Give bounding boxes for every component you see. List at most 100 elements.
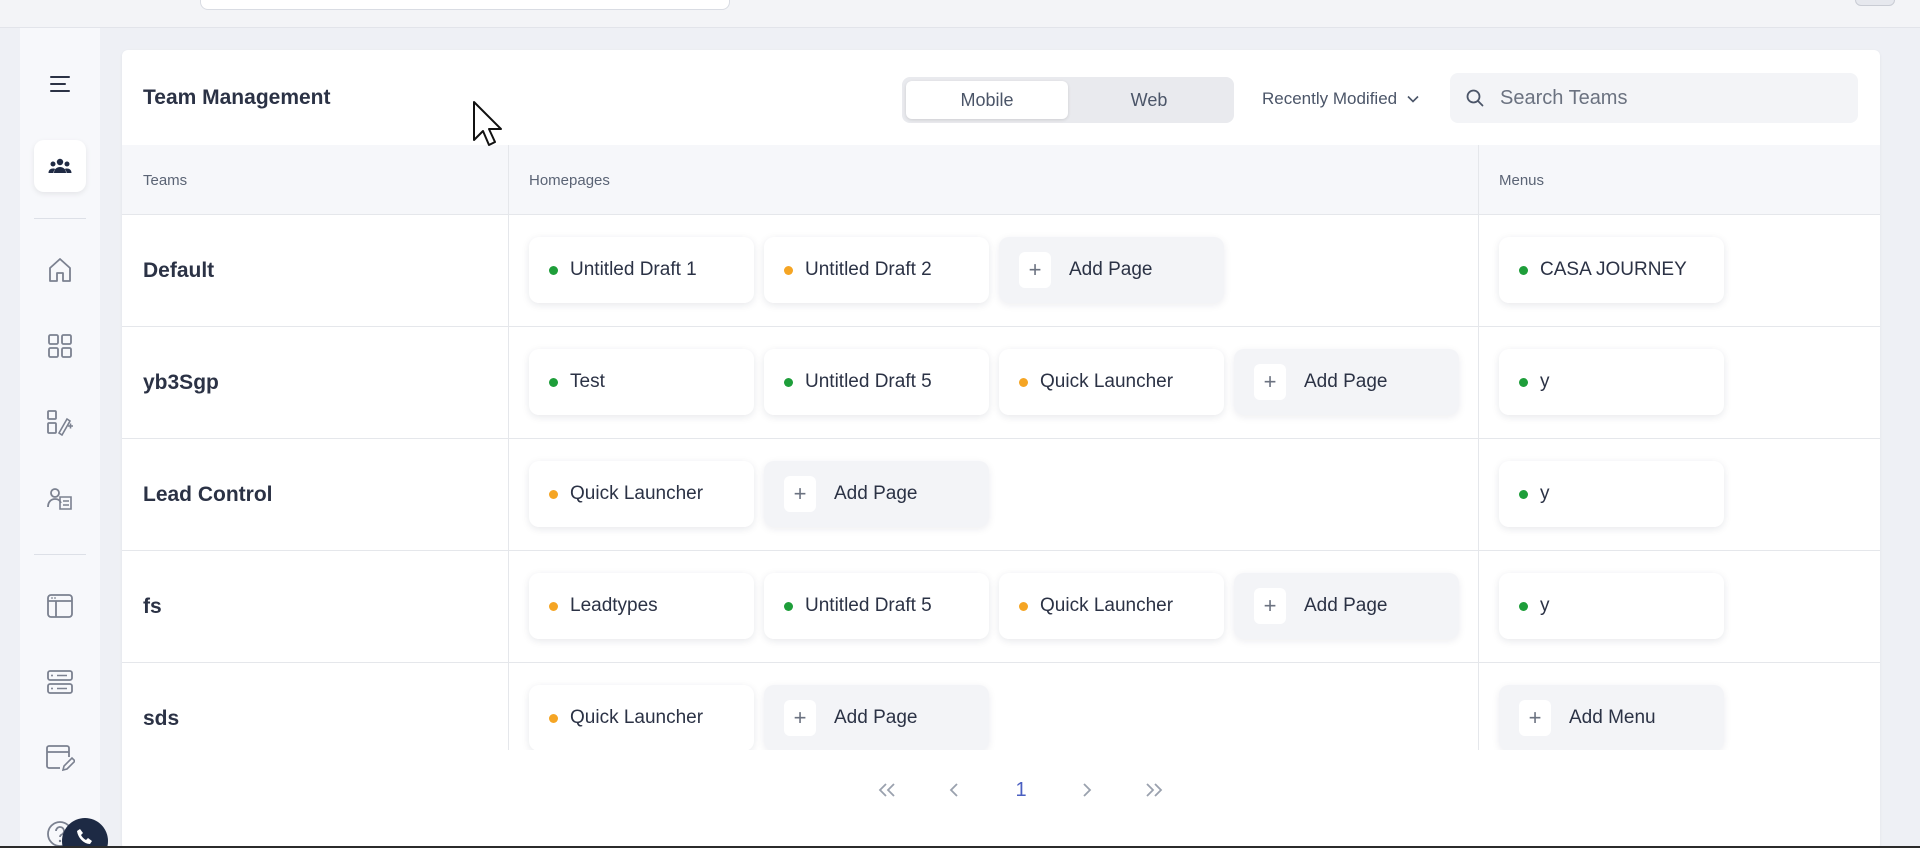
card-header: Team Management Mobile Web Recently Modi… bbox=[122, 50, 1880, 145]
homepage-chip[interactable]: Quick Launcher bbox=[999, 573, 1224, 639]
grid-icon bbox=[48, 334, 72, 358]
menu-chip[interactable]: CASA JOURNEY bbox=[1499, 237, 1724, 303]
last-page-button[interactable] bbox=[1134, 770, 1174, 810]
tab-web[interactable]: Web bbox=[1068, 81, 1230, 119]
sidebar-item-web-editor[interactable] bbox=[34, 732, 86, 784]
add-page-label: Add Page bbox=[1304, 595, 1388, 616]
page-number-current[interactable]: 1 bbox=[1001, 770, 1041, 810]
address-bar-fragment bbox=[200, 0, 730, 10]
status-dot bbox=[1519, 265, 1528, 275]
sidebar-item-layouts[interactable] bbox=[34, 580, 86, 632]
homepages-list: Quick Launcher + Add Page bbox=[529, 461, 989, 527]
menu-chip[interactable]: y bbox=[1499, 461, 1724, 527]
add-page-button[interactable]: + Add Page bbox=[1234, 573, 1459, 639]
homepages-list: Untitled Draft 1 Untitled Draft 2 + Add Pag… bbox=[529, 237, 1224, 303]
user-card-icon bbox=[47, 488, 72, 510]
column-header-menus: Menus bbox=[1499, 171, 1545, 189]
homepage-label: Test bbox=[570, 371, 605, 392]
tab-mobile[interactable]: Mobile bbox=[906, 81, 1068, 119]
table-row: sds Quick Launcher + Add Page + Add Menu bbox=[122, 663, 1880, 750]
double-chevron-right-icon bbox=[1146, 783, 1163, 797]
team-name[interactable]: Default bbox=[143, 215, 214, 326]
homepage-chip[interactable]: Untitled Draft 5 bbox=[764, 349, 989, 415]
sidebar-divider bbox=[34, 554, 86, 555]
column-divider bbox=[1478, 145, 1479, 750]
table-row: Lead Control Quick Launcher + Add Page y bbox=[122, 439, 1880, 551]
add-page-button[interactable]: + Add Page bbox=[1234, 349, 1459, 415]
menu-icon bbox=[50, 76, 70, 92]
status-dot bbox=[784, 377, 793, 387]
homepage-label: Leadtypes bbox=[570, 595, 658, 616]
team-name[interactable]: fs bbox=[143, 551, 162, 662]
homepage-label: Untitled Draft 2 bbox=[805, 259, 932, 280]
homepage-label: Quick Launcher bbox=[1040, 371, 1174, 392]
homepage-chip[interactable]: Quick Launcher bbox=[999, 349, 1224, 415]
top-right-control-fragment bbox=[1855, 0, 1895, 6]
add-page-label: Add Page bbox=[1304, 371, 1388, 392]
homepages-list: Test Untitled Draft 5 Quick Launcher + Add P… bbox=[529, 349, 1459, 415]
menu-label: y bbox=[1540, 595, 1550, 616]
add-page-button[interactable]: + Add Page bbox=[764, 461, 989, 527]
next-page-button[interactable] bbox=[1067, 770, 1107, 810]
menu-chip[interactable]: y bbox=[1499, 349, 1724, 415]
add-page-button[interactable]: + Add Page bbox=[764, 685, 989, 750]
add-page-button[interactable]: + Add Page bbox=[999, 237, 1224, 303]
status-dot bbox=[1019, 377, 1028, 387]
team-name[interactable]: yb3Sgp bbox=[143, 327, 219, 438]
sidebar-divider bbox=[34, 218, 86, 219]
status-dot bbox=[784, 601, 793, 611]
homepage-chip[interactable]: Untitled Draft 5 bbox=[764, 573, 989, 639]
status-dot bbox=[549, 265, 558, 275]
server-icon bbox=[47, 670, 73, 694]
column-divider bbox=[508, 145, 509, 750]
plus-icon: + bbox=[784, 476, 816, 512]
add-page-label: Add Page bbox=[1069, 259, 1153, 280]
plus-icon: + bbox=[784, 700, 816, 736]
previous-page-button[interactable] bbox=[934, 770, 974, 810]
menu-label: CASA JOURNEY bbox=[1540, 259, 1687, 280]
team-name[interactable]: sds bbox=[143, 663, 179, 750]
sidebar-item-users[interactable] bbox=[34, 472, 86, 524]
table-row: Default Untitled Draft 1 Untitled Draft 2 +… bbox=[122, 215, 1880, 327]
homepages-list: Leadtypes Untitled Draft 5 Quick Launcher +… bbox=[529, 573, 1459, 639]
menu-chip[interactable]: y bbox=[1499, 573, 1724, 639]
status-dot bbox=[549, 713, 558, 723]
homepage-chip[interactable]: Test bbox=[529, 349, 754, 415]
status-dot bbox=[1519, 489, 1528, 499]
double-chevron-left-icon bbox=[878, 783, 895, 797]
homepage-chip[interactable]: Quick Launcher bbox=[529, 461, 754, 527]
pagination: 1 bbox=[122, 770, 1880, 810]
sidebar-item-teams[interactable] bbox=[34, 140, 86, 192]
top-strip bbox=[0, 0, 1920, 28]
sort-label: Recently Modified bbox=[1262, 89, 1398, 108]
plus-icon: + bbox=[1519, 700, 1551, 736]
team-name[interactable]: Lead Control bbox=[143, 439, 273, 550]
status-dot bbox=[784, 265, 793, 275]
sidebar-item-page-builder[interactable] bbox=[34, 396, 86, 448]
homepages-list: Quick Launcher + Add Page bbox=[529, 685, 989, 750]
add-menu-button[interactable]: + Add Menu bbox=[1499, 685, 1724, 750]
status-dot bbox=[1519, 377, 1528, 387]
sort-dropdown[interactable]: Recently Modified bbox=[1262, 87, 1419, 111]
hamburger-menu-button[interactable] bbox=[34, 58, 86, 110]
phone-icon bbox=[77, 829, 92, 844]
chevron-down-icon bbox=[1407, 95, 1419, 103]
page-title: Team Management bbox=[143, 86, 331, 109]
homepage-chip[interactable]: Quick Launcher bbox=[529, 685, 754, 750]
sidebar-item-apps[interactable] bbox=[34, 320, 86, 372]
homepage-chip[interactable]: Untitled Draft 2 bbox=[764, 237, 989, 303]
sidebar-item-servers[interactable] bbox=[34, 656, 86, 708]
homepage-chip[interactable]: Untitled Draft 1 bbox=[529, 237, 754, 303]
team-management-card: Team Management Mobile Web Recently Modi… bbox=[122, 50, 1880, 848]
homepage-chip[interactable]: Leadtypes bbox=[529, 573, 754, 639]
homepage-label: Untitled Draft 5 bbox=[805, 595, 932, 616]
search-icon bbox=[1466, 89, 1484, 107]
sidebar bbox=[20, 28, 100, 848]
sidebar-item-home[interactable] bbox=[34, 244, 86, 296]
home-icon bbox=[49, 258, 71, 282]
platform-toggle: Mobile Web bbox=[902, 77, 1234, 123]
first-page-button[interactable] bbox=[867, 770, 907, 810]
search-box bbox=[1450, 73, 1858, 123]
add-menu-label: Add Menu bbox=[1569, 707, 1656, 728]
search-input[interactable] bbox=[1500, 86, 1840, 110]
